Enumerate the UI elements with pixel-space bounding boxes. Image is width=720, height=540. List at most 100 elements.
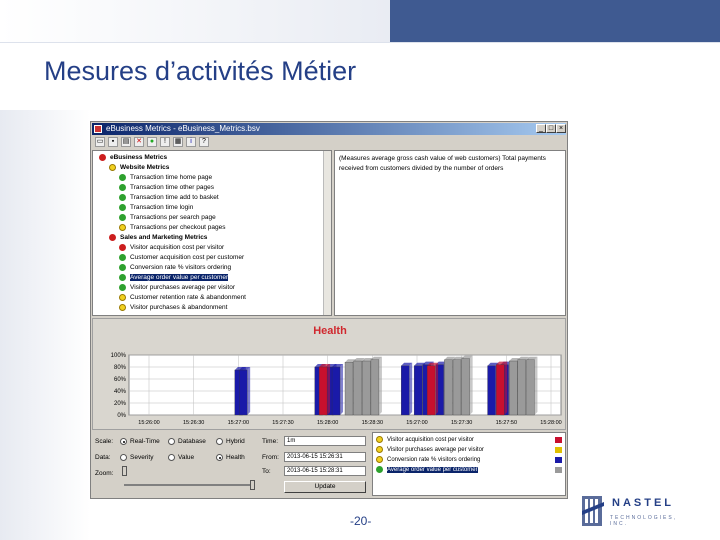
legend-swatch [555,447,562,453]
scale-radio-2[interactable] [216,438,223,445]
chart-legend[interactable]: Visitor acquisition cost per visitor Visi… [372,432,566,496]
x-tick-label: 15:27:00 [228,420,249,426]
toolbar-delete-icon[interactable]: ✕ [134,137,144,147]
data-radio-1[interactable] [168,454,175,461]
status-red-icon [109,233,116,241]
left-gradient [0,110,90,540]
scale-option-1: Database [178,438,206,445]
tree-item[interactable]: Sales and Marketing Metrics [109,233,207,243]
legend-label: Visitor acquisition cost per visitor [387,437,474,443]
tree-item[interactable]: Transaction time other pages [119,183,214,193]
tree-item[interactable]: Transactions per checkout pages [119,223,226,233]
metrics-tree[interactable]: eBusiness Metrics Website Metrics Transact… [92,150,332,316]
from-label: From: [262,454,279,461]
status-yellow-icon [376,445,383,453]
status-yellow-icon [119,293,126,301]
tree-item[interactable]: Transaction time add to basket [119,193,219,203]
page-number: -20- [350,514,372,528]
zoom-slider[interactable] [124,484,254,486]
tree-item[interactable]: Transactions per search page [119,213,216,223]
to-label: To: [262,468,271,475]
legend-item[interactable]: Average order value per customer [376,465,564,475]
toolbar-info-icon[interactable]: i [186,137,196,147]
scale-radio-1[interactable] [168,438,175,445]
time-label: Time: [262,438,279,445]
status-green-icon [119,263,126,271]
tree-item[interactable]: Website Metrics [109,163,169,173]
tree-item-label: Conversion rate % visitors ordering [130,264,232,271]
zoom-thumb-right[interactable] [250,480,255,490]
x-tick-label: 15:28:00 [540,420,561,426]
data-radio-2[interactable] [216,454,223,461]
tree-item[interactable]: Transaction time login [119,203,193,213]
time-select[interactable]: 1m [284,436,366,446]
status-red-icon [99,153,106,161]
status-yellow-icon [376,455,383,463]
status-green-icon [119,173,126,181]
x-tick-label: 15:27:00 [406,420,427,426]
legend-label: Average order value per customer [387,467,478,473]
maximize-button[interactable]: □ [546,124,556,133]
toolbar: ▭ ▪ ▤ ✕ ●! ▦ i? [92,136,566,150]
status-green-icon [119,203,126,211]
logo-text: NASTEL [612,497,674,509]
y-tick-label: 40% [114,389,127,395]
status-green-icon [119,253,126,261]
tree-item-label: Visitor purchases & abandonment [130,304,228,311]
bar [370,356,382,416]
tree-item[interactable]: Visitor purchases & abandonment [119,303,227,313]
tree-item-label: Visitor acquisition cost per visitor [130,244,225,251]
legend-item[interactable]: Visitor purchases average per visitor [376,445,564,455]
legend-item[interactable]: Conversion rate % visitors ordering [376,455,564,465]
tree-item[interactable]: Customer acquisition cost per customer [119,253,244,263]
tree-item[interactable]: eBusiness Metrics [99,153,167,163]
slide-title: Mesures d’activités Métier [44,56,357,86]
scale-radio-0[interactable] [120,438,127,445]
legend-item[interactable]: Visitor acquisition cost per visitor [376,435,564,445]
bar [461,355,473,416]
minimize-button[interactable]: _ [536,124,546,133]
tree-item[interactable]: Conversion rate % visitors ordering [119,263,231,273]
tree-item[interactable]: Customer retention rate & abandonment [119,293,246,303]
tree-item[interactable]: Average order value per customer [119,273,229,283]
toolbar-green-icon[interactable]: ● [147,137,157,147]
tree-item-label: Transaction time other pages [130,184,214,191]
health-chart: Health 0% 20% 40% 60% 80% 100% 15:26:00 15:26:3… [92,318,566,430]
tree-item-label: Customer acquisition cost per customer [130,254,245,261]
tree-item-label: Average order value per customer [130,274,229,281]
status-green-icon [119,213,126,221]
toolbar-save-icon[interactable]: ▪ [108,137,118,147]
data-radio-0[interactable] [120,454,127,461]
from-field[interactable]: 2013-06-15 15:26:31 [284,452,366,462]
tree-item[interactable]: Visitor purchases average per visitor [119,283,235,293]
to-field[interactable]: 2013-06-15 15:28:31 [284,466,366,476]
bar [318,364,331,416]
tree-item-label: eBusiness Metrics [110,154,168,161]
chart-controls: Scale: Real-Time Database Hybrid Data: S… [92,432,370,498]
tree-item[interactable]: Transaction time home page [119,173,212,183]
scale-label: Scale: [95,438,114,445]
data-option-0: Severity [130,454,154,461]
tree-item[interactable]: Visitor acquisition cost per visitor [119,243,224,253]
status-yellow-icon [109,163,116,171]
toolbar-grid-icon[interactable]: ▦ [173,137,183,147]
status-yellow-icon [376,435,383,443]
tree-scrollbar[interactable] [323,151,331,315]
legend-swatch [555,437,562,443]
logo-subtext: TECHNOLOGIES, INC. [610,515,678,527]
header-band [390,0,720,42]
status-green-icon [119,283,126,291]
close-button[interactable]: × [556,124,566,133]
toolbar-print-icon[interactable]: ▤ [121,137,131,147]
window-titlebar[interactable]: eBusiness Metrics - eBusiness_Metrics.bs… [92,123,566,135]
bar [426,362,439,416]
bar [239,367,251,416]
toolbar-open-icon[interactable]: ▭ [95,137,105,147]
title-divider [0,42,720,43]
scale-option-0: Real-Time [130,438,160,445]
toolbar-alert-icon[interactable]: ! [160,137,170,147]
toolbar-help-icon[interactable]: ? [199,137,209,147]
metric-description: (Measures average gross cash value of we… [334,150,566,316]
zoom-thumb-left[interactable] [122,466,127,476]
update-button[interactable]: Update [284,481,366,493]
